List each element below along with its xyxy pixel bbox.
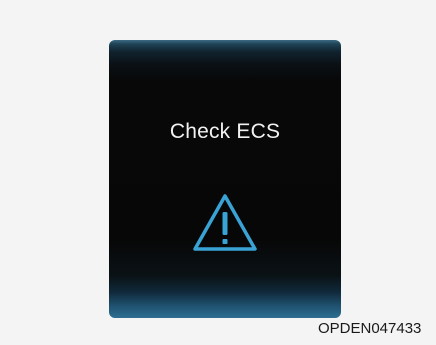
warning-triangle-icon xyxy=(193,194,257,251)
warning-message: Check ECS xyxy=(169,120,281,143)
figure-code-label: OPDEN047433 xyxy=(318,320,422,337)
cluster-display-panel: Check ECS xyxy=(109,40,341,318)
figure-canvas: Check ECS OPDEN047433 xyxy=(0,0,436,345)
